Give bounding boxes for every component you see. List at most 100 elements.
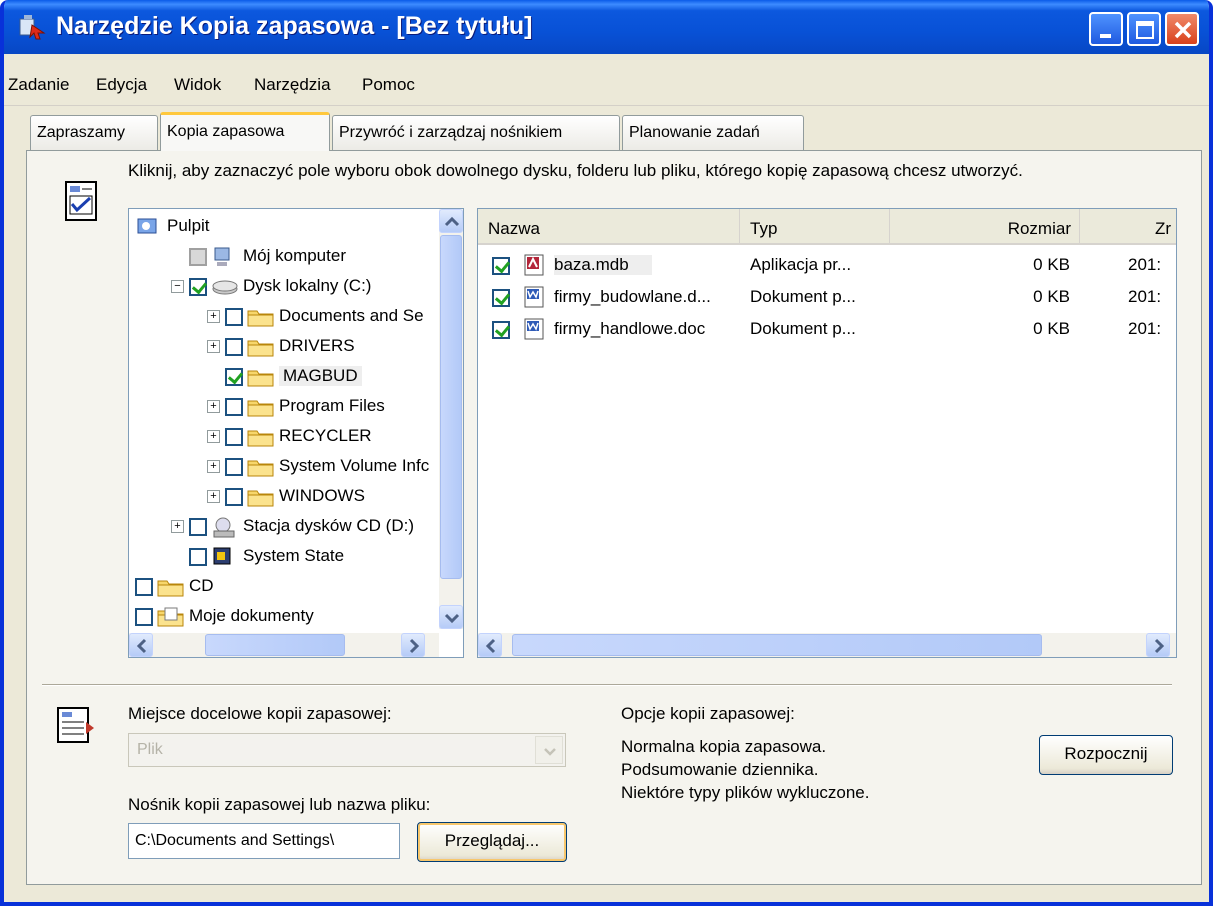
- folder-icon: [247, 430, 274, 447]
- collapse-icon[interactable]: −: [171, 280, 184, 293]
- menu-narzedzia[interactable]: Narzędzia: [254, 75, 331, 95]
- expand-icon[interactable]: +: [207, 310, 220, 323]
- tree-item-label: MAGBUD: [279, 366, 362, 386]
- tree-checkbox[interactable]: [225, 428, 243, 446]
- column-header-modified[interactable]: Zr: [1080, 209, 1176, 245]
- section-divider: [42, 684, 1172, 686]
- tree-item[interactable]: CD: [129, 573, 439, 601]
- tab-przywroc[interactable]: Przywróć i zarządzaj nośnikiem: [332, 115, 620, 150]
- menu-zadanie[interactable]: Zadanie: [8, 75, 69, 95]
- start-backup-button[interactable]: Rozpocznij: [1039, 735, 1173, 775]
- tab-planowanie[interactable]: Planowanie zadań: [622, 115, 804, 150]
- tree-item-label: System State: [243, 546, 345, 565]
- tree-vertical-scrollbar[interactable]: [439, 209, 463, 629]
- file-modified: 201:: [1128, 287, 1162, 306]
- column-header-type[interactable]: Typ: [740, 209, 890, 245]
- chevron-down-icon: [444, 613, 460, 624]
- tree-item[interactable]: MAGBUD: [129, 363, 439, 391]
- menu-edycja[interactable]: Edycja: [96, 75, 147, 95]
- expand-icon[interactable]: +: [207, 430, 220, 443]
- close-button[interactable]: [1165, 12, 1199, 46]
- tree-checkbox[interactable]: [225, 398, 243, 416]
- tree-horizontal-scrollbar[interactable]: [129, 633, 439, 657]
- menu-widok[interactable]: Widok: [174, 75, 221, 95]
- tree-item[interactable]: Mój komputer: [129, 243, 439, 271]
- browse-button[interactable]: Przeglądaj...: [417, 822, 567, 862]
- tree-item[interactable]: + RECYCLER: [129, 423, 439, 451]
- tree-item[interactable]: System State: [129, 543, 439, 571]
- minimize-button[interactable]: [1089, 12, 1123, 46]
- list-scroll-left-button[interactable]: [478, 633, 502, 657]
- desktop-icon: [137, 218, 157, 234]
- scroll-down-button[interactable]: [439, 605, 463, 629]
- tree-item[interactable]: + DRIVERS: [129, 333, 439, 361]
- tree-checkbox[interactable]: [189, 278, 207, 296]
- destination-select[interactable]: Plik: [128, 733, 566, 767]
- column-header-size[interactable]: Rozmiar: [890, 209, 1080, 245]
- chevron-left-icon: [136, 638, 147, 654]
- documents-folder-icon: [157, 607, 184, 627]
- tree-checkbox[interactable]: [189, 518, 207, 536]
- expand-icon[interactable]: +: [207, 490, 220, 503]
- tree-checkbox[interactable]: [225, 308, 243, 326]
- expand-icon[interactable]: +: [207, 400, 220, 413]
- tab-kopia-zapasowa[interactable]: Kopia zapasowa: [160, 112, 330, 151]
- file-checkbox[interactable]: [492, 289, 510, 307]
- backup-app-icon: [19, 15, 46, 40]
- chevron-right-icon: [409, 638, 420, 654]
- file-name: firmy_budowlane.d...: [554, 287, 711, 306]
- backup-select-icon: [65, 181, 97, 221]
- file-checkbox[interactable]: [492, 257, 510, 275]
- file-size: 0 KB: [1033, 255, 1070, 274]
- expand-icon[interactable]: +: [171, 520, 184, 533]
- tree-checkbox[interactable]: [225, 368, 243, 386]
- tree-item[interactable]: + Documents and Se: [129, 303, 439, 331]
- list-horizontal-scrollbar[interactable]: [478, 633, 1176, 657]
- maximize-button[interactable]: [1127, 12, 1161, 46]
- tree-checkbox[interactable]: [135, 578, 153, 596]
- tree-item[interactable]: Moje dokumenty: [129, 603, 439, 631]
- minimize-icon: [1100, 34, 1111, 38]
- scroll-right-button[interactable]: [401, 633, 425, 657]
- tree-checkbox[interactable]: [189, 548, 207, 566]
- title-bar[interactable]: Narzędzie Kopia zapasowa - [Bez tytułu]: [4, 0, 1209, 54]
- file-type: Dokument p...: [750, 287, 856, 306]
- folder-tree[interactable]: Pulpit Mój komputer − Dysk lokalny (C:) + Doc…: [128, 208, 464, 658]
- backup-utility-window: Narzędzie Kopia zapasowa - [Bez tytułu] …: [0, 0, 1213, 906]
- tree-checkbox[interactable]: [225, 488, 243, 506]
- scroll-left-button[interactable]: [129, 633, 153, 657]
- column-header-name[interactable]: Nazwa: [478, 209, 740, 245]
- tree-item[interactable]: + Program Files: [129, 393, 439, 421]
- list-hscroll-thumb[interactable]: [512, 634, 1042, 656]
- destination-dropdown-button[interactable]: [535, 736, 563, 764]
- menu-pomoc[interactable]: Pomoc: [362, 75, 415, 95]
- tab-zapraszamy[interactable]: Zapraszamy: [30, 115, 158, 150]
- tree-scroll-thumb[interactable]: [440, 235, 462, 579]
- scroll-up-button[interactable]: [439, 209, 463, 233]
- tree-item-label: CD: [189, 576, 214, 595]
- file-list[interactable]: Nazwa Typ Rozmiar Zr baza.mdb Aplikacja p…: [477, 208, 1177, 658]
- tree-item[interactable]: + Stacja dysków CD (D:): [129, 513, 439, 541]
- tree-item-label: WINDOWS: [279, 486, 365, 505]
- tree-item[interactable]: Pulpit: [129, 213, 439, 241]
- tree-checkbox[interactable]: [225, 458, 243, 476]
- expand-icon[interactable]: +: [207, 460, 220, 473]
- file-row[interactable]: baza.mdb Aplikacja pr... 0 KB 201:: [478, 251, 1176, 281]
- tree-item-label: Dysk lokalny (C:): [243, 276, 372, 295]
- tree-checkbox[interactable]: [225, 338, 243, 356]
- folder-icon: [247, 310, 274, 327]
- file-row[interactable]: firmy_budowlane.d... Dokument p... 0 KB 201…: [478, 283, 1176, 313]
- tree-item[interactable]: + System Volume Infc: [129, 453, 439, 481]
- tree-checkbox[interactable]: [135, 608, 153, 626]
- list-scroll-right-button[interactable]: [1146, 633, 1170, 657]
- tree-item[interactable]: − Dysk lokalny (C:): [129, 273, 439, 301]
- file-modified: 201:: [1128, 319, 1162, 338]
- tree-hscroll-thumb[interactable]: [205, 634, 345, 656]
- file-checkbox[interactable]: [492, 321, 510, 339]
- file-row[interactable]: firmy_handlowe.doc Dokument p... 0 KB 201:: [478, 315, 1176, 345]
- expand-icon[interactable]: +: [207, 340, 220, 353]
- file-name: baza.mdb: [554, 255, 652, 275]
- tree-item[interactable]: + WINDOWS: [129, 483, 439, 511]
- tree-checkbox[interactable]: [189, 248, 207, 266]
- media-filename-input[interactable]: C:\Documents and Settings\: [128, 823, 400, 859]
